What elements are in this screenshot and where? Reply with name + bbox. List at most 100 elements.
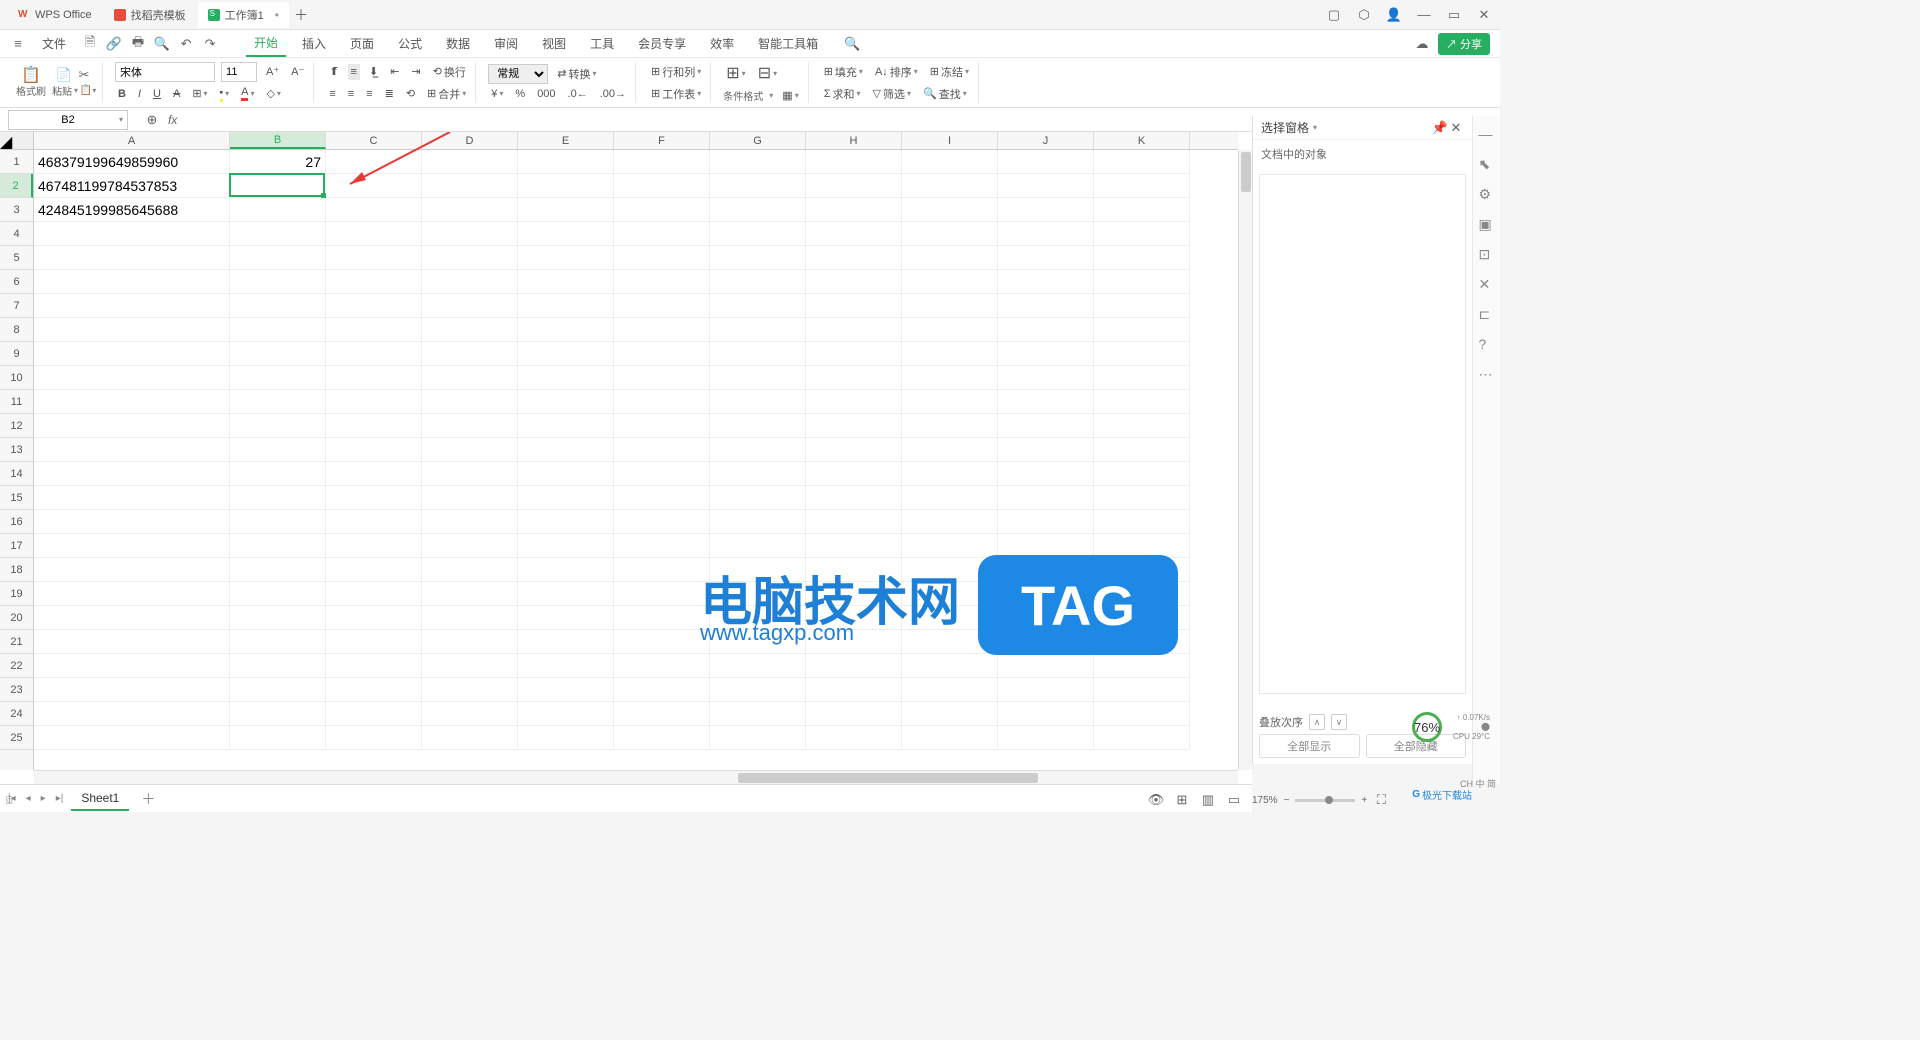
menu-page[interactable]: 页面 <box>342 31 382 56</box>
help-strip-icon[interactable]: ? <box>1479 336 1495 352</box>
align-right-icon[interactable]: ≡ <box>363 86 375 102</box>
cell-B16[interactable] <box>230 510 326 534</box>
cell-C23[interactable] <box>326 678 422 702</box>
cell-I14[interactable] <box>902 462 998 486</box>
cell-C24[interactable] <box>326 702 422 726</box>
cell-A14[interactable] <box>34 462 230 486</box>
cell-J6[interactable] <box>998 270 1094 294</box>
fill-color-icon[interactable]: 🞍▾ <box>217 84 233 104</box>
cell-D14[interactable] <box>422 462 518 486</box>
cell-D4[interactable] <box>422 222 518 246</box>
column-headers[interactable]: ABCDEFGHIJK <box>34 132 1238 150</box>
cell-A10[interactable] <box>34 366 230 390</box>
cell-K4[interactable] <box>1094 222 1190 246</box>
cell-K10[interactable] <box>1094 366 1190 390</box>
cell-B6[interactable] <box>230 270 326 294</box>
cell-J10[interactable] <box>998 366 1094 390</box>
cell-E6[interactable] <box>518 270 614 294</box>
collapse-strip-icon[interactable]: — <box>1479 126 1495 142</box>
cell-A22[interactable] <box>34 654 230 678</box>
cell-H4[interactable] <box>806 222 902 246</box>
cell-K7[interactable] <box>1094 294 1190 318</box>
cell-D10[interactable] <box>422 366 518 390</box>
cell-I13[interactable] <box>902 438 998 462</box>
horizontal-scrollbar[interactable] <box>34 770 1238 784</box>
cell-G21[interactable] <box>710 630 806 654</box>
col-header-H[interactable]: H <box>806 132 902 149</box>
cell-H3[interactable] <box>806 198 902 222</box>
link-icon[interactable]: 🔗 <box>106 36 122 52</box>
cell-K16[interactable] <box>1094 510 1190 534</box>
cell-H21[interactable] <box>806 630 902 654</box>
row-header-3[interactable]: 3 <box>0 198 33 222</box>
cell-K15[interactable] <box>1094 486 1190 510</box>
cell-K21[interactable] <box>1094 630 1190 654</box>
cell-style-icon[interactable]: ▦▾ <box>779 87 801 104</box>
cell-H23[interactable] <box>806 678 902 702</box>
menu-review[interactable]: 审阅 <box>486 31 526 56</box>
undo-icon[interactable]: ↶ <box>178 36 194 52</box>
convert-button[interactable]: ⇄ 转换▾ <box>554 64 599 84</box>
rowcol-button[interactable]: ⊞ 行和列▾ <box>648 62 704 82</box>
cell-F23[interactable] <box>614 678 710 702</box>
cell-F12[interactable] <box>614 414 710 438</box>
cell-H19[interactable] <box>806 582 902 606</box>
cell-F1[interactable] <box>614 150 710 174</box>
cell-C19[interactable] <box>326 582 422 606</box>
sheet-prev-icon[interactable]: ◂ <box>24 791 33 806</box>
cell-D23[interactable] <box>422 678 518 702</box>
cell-F24[interactable] <box>614 702 710 726</box>
row-header-18[interactable]: 18 <box>0 558 33 582</box>
fx-icon[interactable]: fx <box>168 113 177 127</box>
cell-E10[interactable] <box>518 366 614 390</box>
cell-E18[interactable] <box>518 558 614 582</box>
cell-H15[interactable] <box>806 486 902 510</box>
align-middle-icon[interactable]: ≡ <box>348 64 360 80</box>
cell-K9[interactable] <box>1094 342 1190 366</box>
redo-icon[interactable]: ↷ <box>202 36 218 52</box>
row-header-12[interactable]: 12 <box>0 414 33 438</box>
cell-J23[interactable] <box>998 678 1094 702</box>
worksheet-button[interactable]: ⊞ 工作表▾ <box>648 84 704 104</box>
cell-H8[interactable] <box>806 318 902 342</box>
row-header-20[interactable]: 20 <box>0 606 33 630</box>
cell-A2[interactable]: 467481199784537853 <box>34 174 230 198</box>
cell-H1[interactable] <box>806 150 902 174</box>
cell-A19[interactable] <box>34 582 230 606</box>
cell-A17[interactable] <box>34 534 230 558</box>
show-all-button[interactable]: 全部显示 <box>1259 734 1360 758</box>
cell-K19[interactable] <box>1094 582 1190 606</box>
number-format-select[interactable]: 常规 <box>488 64 548 84</box>
fill-button[interactable]: ⊞ 填充▾ <box>821 62 866 82</box>
cell-A7[interactable] <box>34 294 230 318</box>
cell-I19[interactable] <box>902 582 998 606</box>
wrap-button[interactable]: ⟲ 换行 <box>430 62 469 82</box>
col-header-D[interactable]: D <box>422 132 518 149</box>
view-read-icon[interactable]: ▭ <box>1226 792 1242 808</box>
cell-F25[interactable] <box>614 726 710 750</box>
col-header-G[interactable]: G <box>710 132 806 149</box>
cell-I10[interactable] <box>902 366 998 390</box>
screen-strip-icon[interactable]: ⊏ <box>1479 306 1495 322</box>
cell-D25[interactable] <box>422 726 518 750</box>
cell-G25[interactable] <box>710 726 806 750</box>
cell-I22[interactable] <box>902 654 998 678</box>
cell-B3[interactable] <box>230 198 326 222</box>
cell-J18[interactable] <box>998 558 1094 582</box>
search-icon[interactable]: 🔍 <box>844 36 860 52</box>
cell-E21[interactable] <box>518 630 614 654</box>
cell-A11[interactable] <box>34 390 230 414</box>
cell-G10[interactable] <box>710 366 806 390</box>
cell-E25[interactable] <box>518 726 614 750</box>
cell-J8[interactable] <box>998 318 1094 342</box>
cell-A15[interactable] <box>34 486 230 510</box>
percent-icon[interactable]: % <box>512 86 528 102</box>
cell-F22[interactable] <box>614 654 710 678</box>
cell-C7[interactable] <box>326 294 422 318</box>
font-color-icon[interactable]: A▾ <box>238 84 257 103</box>
dec-inc-icon[interactable]: .0← <box>565 86 591 102</box>
cell-K14[interactable] <box>1094 462 1190 486</box>
layout-icon[interactable]: ▢ <box>1326 7 1342 23</box>
cell-H14[interactable] <box>806 462 902 486</box>
cell-G5[interactable] <box>710 246 806 270</box>
